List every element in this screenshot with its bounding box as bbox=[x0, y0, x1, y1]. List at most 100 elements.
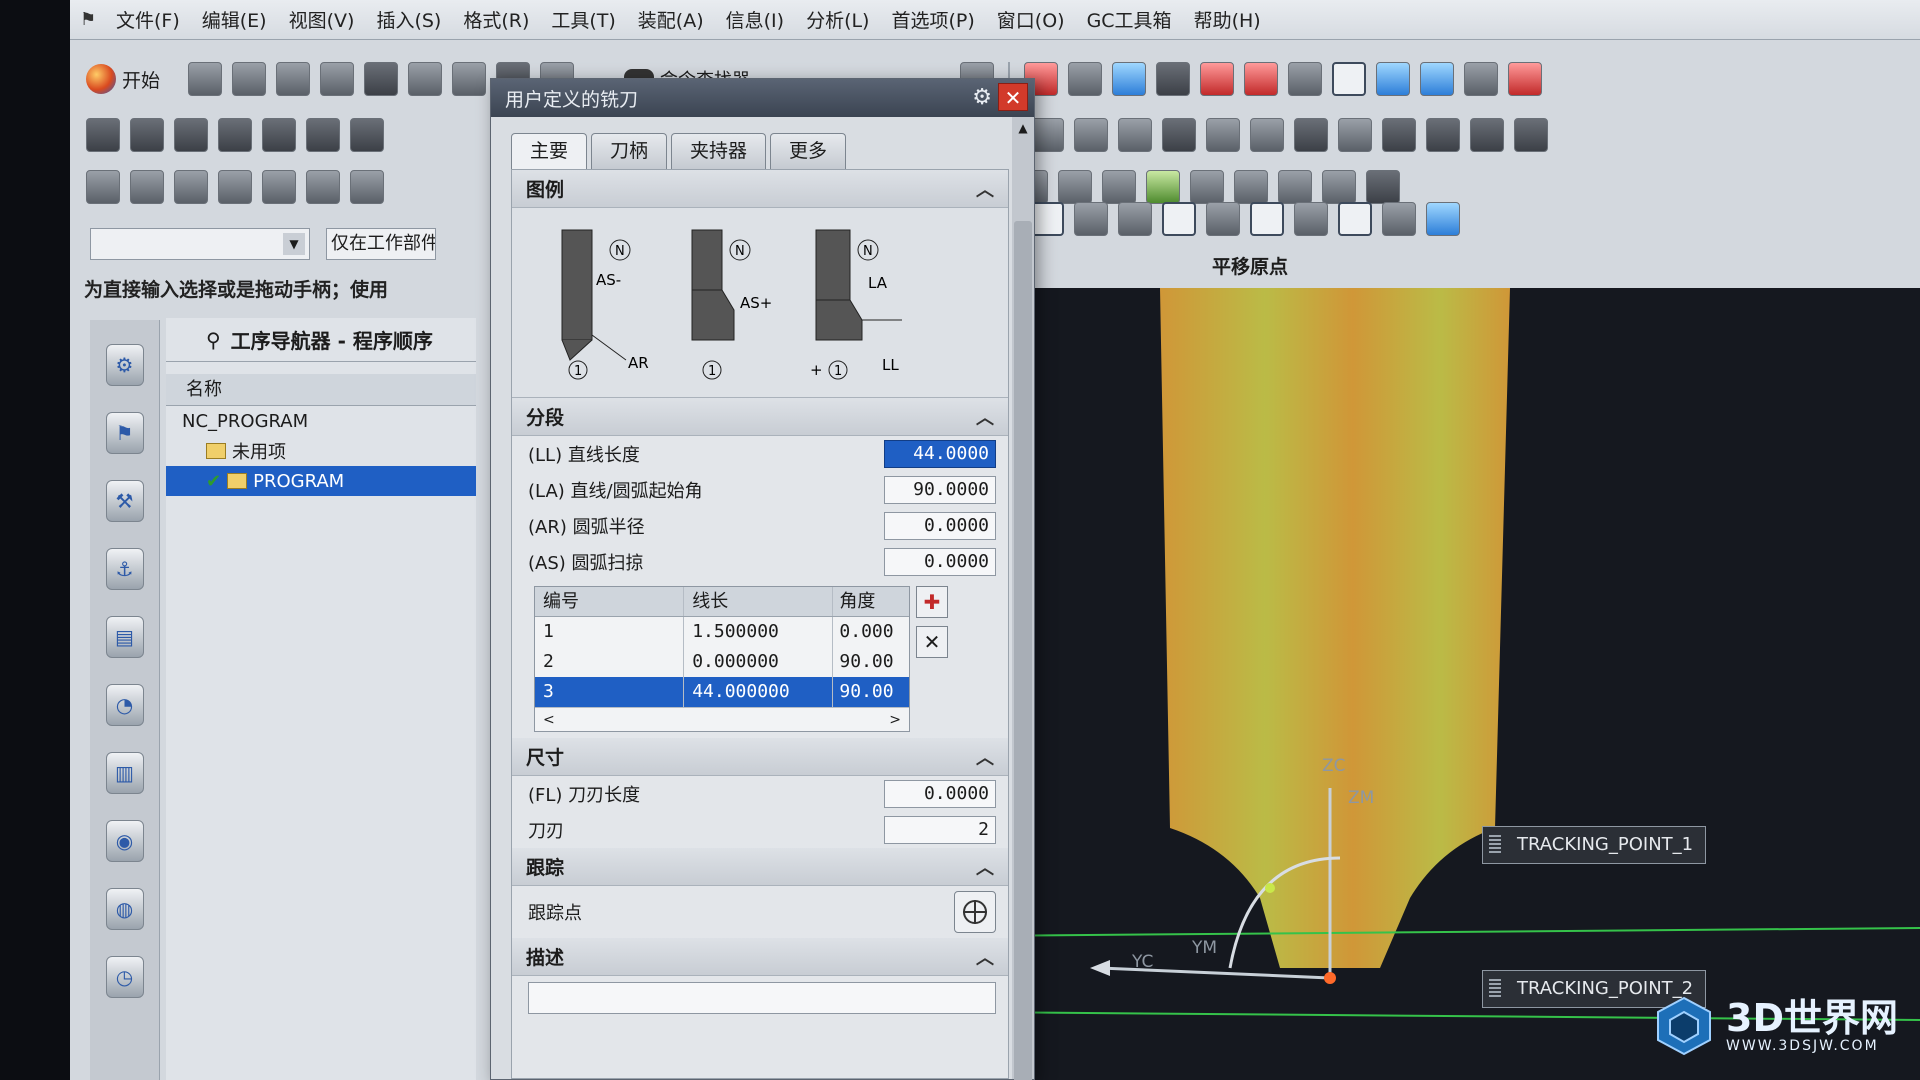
geometry-view-icon[interactable] bbox=[350, 170, 384, 204]
grid-cube-icon[interactable] bbox=[1244, 62, 1279, 96]
machine-view-icon[interactable] bbox=[306, 170, 340, 204]
flutes-input[interactable]: 2 bbox=[884, 816, 996, 844]
trim-curve-icon[interactable] bbox=[1206, 118, 1240, 152]
scope-filter-dropdown[interactable]: 仅在工作部件内 bbox=[326, 228, 436, 260]
cone-feature-icon[interactable] bbox=[174, 118, 208, 152]
dimensions-section-header[interactable]: 尺寸 ︿ bbox=[512, 738, 1008, 776]
column-header-name[interactable]: 名称 bbox=[166, 374, 476, 406]
wcs-icon[interactable] bbox=[1508, 62, 1543, 96]
table-row[interactable]: 2 0.000000 90.00 bbox=[535, 647, 909, 677]
start-button[interactable]: 开始 bbox=[86, 64, 160, 94]
text-icon[interactable] bbox=[1074, 118, 1108, 152]
create-method-icon[interactable] bbox=[218, 170, 252, 204]
scroll-thumb[interactable] bbox=[1014, 221, 1032, 1080]
cut-icon[interactable] bbox=[364, 62, 399, 96]
dialog-scrollbar[interactable]: ▲ bbox=[1012, 117, 1034, 1080]
close-button[interactable]: ✕ bbox=[998, 83, 1028, 111]
web-browser-icon[interactable]: ◉ bbox=[105, 820, 144, 862]
app-menu-icon[interactable]: ⚑ bbox=[80, 9, 102, 31]
menu-view[interactable]: 视图(V) bbox=[289, 6, 355, 33]
menu-help[interactable]: 帮助(H) bbox=[1194, 6, 1261, 33]
box-view-icon[interactable] bbox=[1200, 62, 1235, 96]
sphere-feature-icon[interactable] bbox=[218, 118, 252, 152]
as-input[interactable]: 0.0000 bbox=[884, 548, 996, 576]
menu-file[interactable]: 文件(F) bbox=[116, 6, 180, 33]
quadrant-snap-icon[interactable] bbox=[1206, 202, 1240, 236]
point-on-curve-icon[interactable] bbox=[1294, 202, 1328, 236]
scroll-right-icon[interactable]: > bbox=[889, 708, 901, 731]
pin-icon[interactable]: ⚲ bbox=[206, 328, 221, 352]
clock-icon[interactable]: ◷ bbox=[105, 956, 144, 998]
extrude-icon[interactable] bbox=[1294, 118, 1328, 152]
table-row[interactable]: 1 1.500000 0.000 bbox=[535, 617, 909, 647]
origin-handle[interactable] bbox=[1324, 972, 1336, 984]
rotation-grip[interactable] bbox=[1265, 883, 1275, 893]
process-studio-icon[interactable]: ◍ bbox=[105, 888, 144, 930]
header-number[interactable]: 编号 bbox=[535, 587, 685, 616]
revolve-icon[interactable] bbox=[1338, 118, 1372, 152]
history-icon[interactable]: ◔ bbox=[105, 684, 144, 726]
paste-icon[interactable] bbox=[452, 62, 487, 96]
segments-section-header[interactable]: 分段 ︿ bbox=[512, 398, 1008, 436]
arc-center-snap-icon[interactable] bbox=[1162, 202, 1196, 236]
intersection-snap-icon[interactable] bbox=[1118, 202, 1152, 236]
open-file-icon[interactable] bbox=[232, 62, 267, 96]
tree-node-unused[interactable]: 未用项 bbox=[166, 436, 476, 466]
snap-solid-icon[interactable] bbox=[1426, 202, 1460, 236]
curve-snap-icon[interactable] bbox=[1074, 202, 1108, 236]
table-row-selected[interactable]: 3 44.000000 90.00 bbox=[535, 677, 909, 707]
operation-navigator-icon[interactable]: ⚑ bbox=[105, 412, 144, 454]
dialog-title-bar[interactable]: 用户定义的铣刀 ⚙ ✕ bbox=[491, 79, 1034, 117]
part-navigator-icon[interactable]: ⚓ bbox=[105, 548, 144, 590]
ll-input[interactable]: 44.0000 bbox=[884, 440, 996, 468]
menu-format[interactable]: 格式(R) bbox=[463, 6, 529, 33]
reuse-library-icon[interactable]: ▤ bbox=[105, 616, 144, 658]
assembly-navigator-icon[interactable]: ⚙ bbox=[105, 344, 144, 386]
layer-settings-icon[interactable] bbox=[1464, 62, 1499, 96]
divide-curve-icon[interactable] bbox=[1250, 118, 1284, 152]
menu-preferences[interactable]: 首选项(P) bbox=[891, 6, 974, 33]
view-frame-icon[interactable] bbox=[1332, 62, 1367, 96]
description-section-header[interactable]: 描述 ︿ bbox=[512, 938, 1008, 976]
tree-node-nc-program[interactable]: NC_PROGRAM bbox=[166, 406, 476, 436]
mirror-icon[interactable] bbox=[1514, 118, 1548, 152]
header-length[interactable]: 线长 bbox=[684, 587, 834, 616]
solid-view-icon[interactable] bbox=[1112, 62, 1147, 96]
point-on-face-icon[interactable] bbox=[1338, 202, 1372, 236]
flip-face-icon[interactable] bbox=[1376, 62, 1411, 96]
graphics-viewport[interactable]: ZC ZM YC YM TRACKING_POINT_1 TRACKING_PO… bbox=[970, 288, 1920, 1080]
wireframe-cube-icon[interactable] bbox=[1288, 62, 1323, 96]
tracking-point-1-label[interactable]: TRACKING_POINT_1 bbox=[1482, 826, 1707, 864]
sweep-icon[interactable] bbox=[1382, 118, 1416, 152]
face-direction-icon[interactable] bbox=[1420, 62, 1455, 96]
new-file-icon[interactable] bbox=[188, 62, 223, 96]
tree-node-program[interactable]: ✔ PROGRAM bbox=[166, 466, 476, 496]
create-geometry-icon[interactable] bbox=[174, 170, 208, 204]
menu-tools[interactable]: 工具(T) bbox=[551, 6, 615, 33]
create-operation-icon[interactable] bbox=[262, 170, 296, 204]
boss-feature-icon[interactable] bbox=[262, 118, 296, 152]
palette-icon[interactable]: ▥ bbox=[105, 752, 144, 794]
copy-icon[interactable] bbox=[408, 62, 443, 96]
la-input[interactable]: 90.0000 bbox=[884, 476, 996, 504]
menu-window[interactable]: 窗口(O) bbox=[997, 6, 1065, 33]
header-angle[interactable]: 角度 bbox=[833, 587, 909, 616]
pattern-icon[interactable] bbox=[1470, 118, 1504, 152]
shell-icon[interactable] bbox=[1426, 118, 1460, 152]
pocket-feature-icon[interactable] bbox=[350, 118, 384, 152]
point-set-icon[interactable] bbox=[1030, 118, 1064, 152]
menu-insert[interactable]: 插入(S) bbox=[376, 6, 441, 33]
fl-input[interactable]: 0.0000 bbox=[884, 780, 996, 808]
type-filter-dropdown[interactable]: ▼ bbox=[90, 228, 310, 260]
add-segment-button[interactable]: ✚ bbox=[916, 586, 948, 618]
menu-assembly[interactable]: 装配(A) bbox=[638, 6, 704, 33]
menu-analysis[interactable]: 分析(L) bbox=[806, 6, 869, 33]
hole-feature-icon[interactable] bbox=[306, 118, 340, 152]
create-tool-icon[interactable] bbox=[130, 170, 164, 204]
create-program-icon[interactable] bbox=[86, 170, 120, 204]
grid-snap-icon[interactable] bbox=[1382, 202, 1416, 236]
menu-gc-toolkit[interactable]: GC工具箱 bbox=[1087, 6, 1172, 33]
menu-edit[interactable]: 编辑(E) bbox=[202, 6, 267, 33]
table-horizontal-scrollbar[interactable]: < > bbox=[535, 707, 909, 731]
scroll-up-icon[interactable]: ▲ bbox=[1012, 117, 1034, 139]
